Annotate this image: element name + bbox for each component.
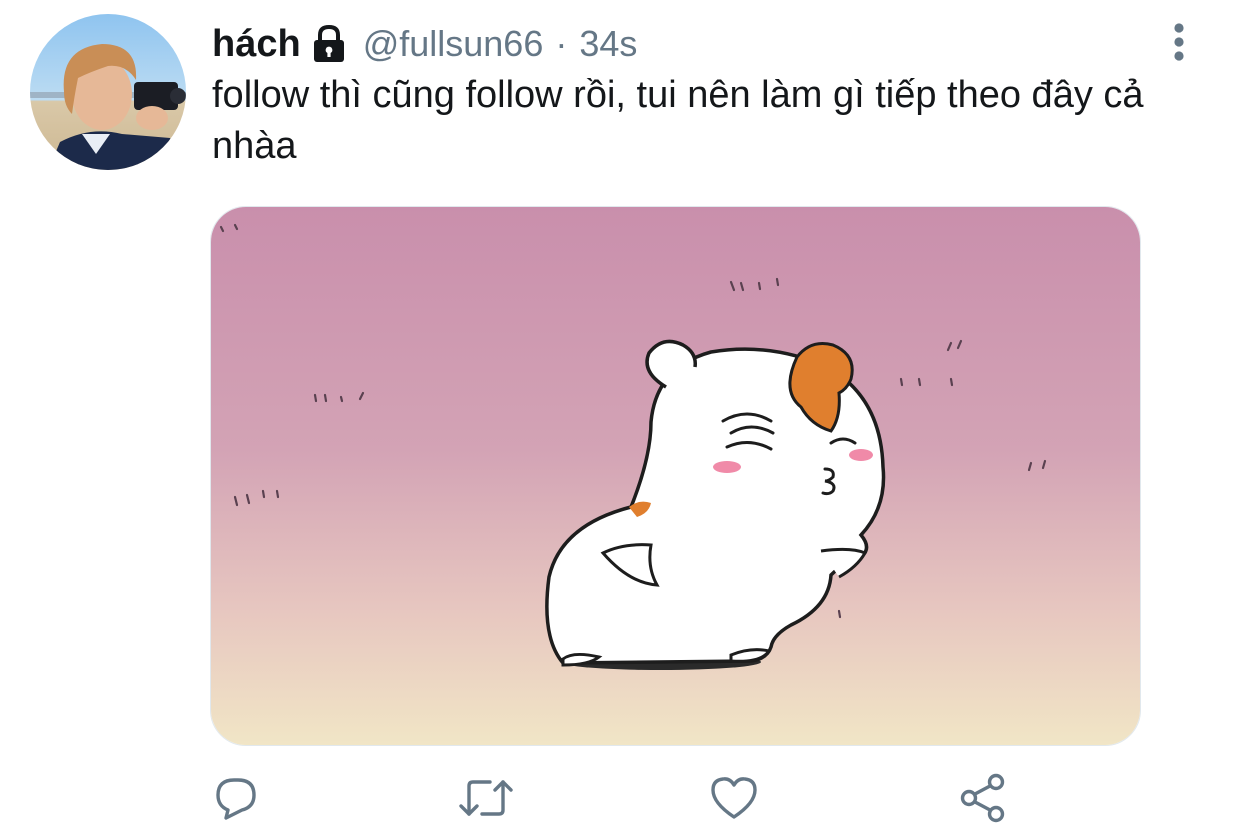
retweet-button[interactable] — [458, 770, 514, 826]
reply-button[interactable] — [208, 770, 264, 826]
retweet-icon — [458, 774, 514, 822]
user-handle[interactable]: @fullsun66 — [363, 23, 544, 65]
timestamp[interactable]: 34s — [579, 23, 637, 65]
tweet[interactable]: hách @fullsun66 · 34s follow thì cũng fo… — [0, 0, 1242, 839]
tweet-text: follow thì cũng follow rồi, tui nên làm … — [212, 74, 1144, 167]
separator-dot: · — [555, 23, 568, 64]
display-name[interactable]: hách — [212, 23, 301, 66]
tweet-media-image[interactable] — [210, 206, 1141, 746]
tweet-header: hách @fullsun66 · 34s — [212, 18, 637, 70]
action-bar — [0, 770, 1242, 826]
share-button[interactable] — [955, 770, 1011, 826]
share-icon — [958, 773, 1008, 823]
lock-icon — [311, 24, 347, 64]
like-button[interactable] — [706, 770, 762, 826]
heart-icon — [709, 775, 759, 821]
avatar[interactable] — [30, 14, 186, 170]
reply-icon — [212, 774, 260, 822]
more-vertical-icon[interactable] — [1166, 20, 1192, 64]
